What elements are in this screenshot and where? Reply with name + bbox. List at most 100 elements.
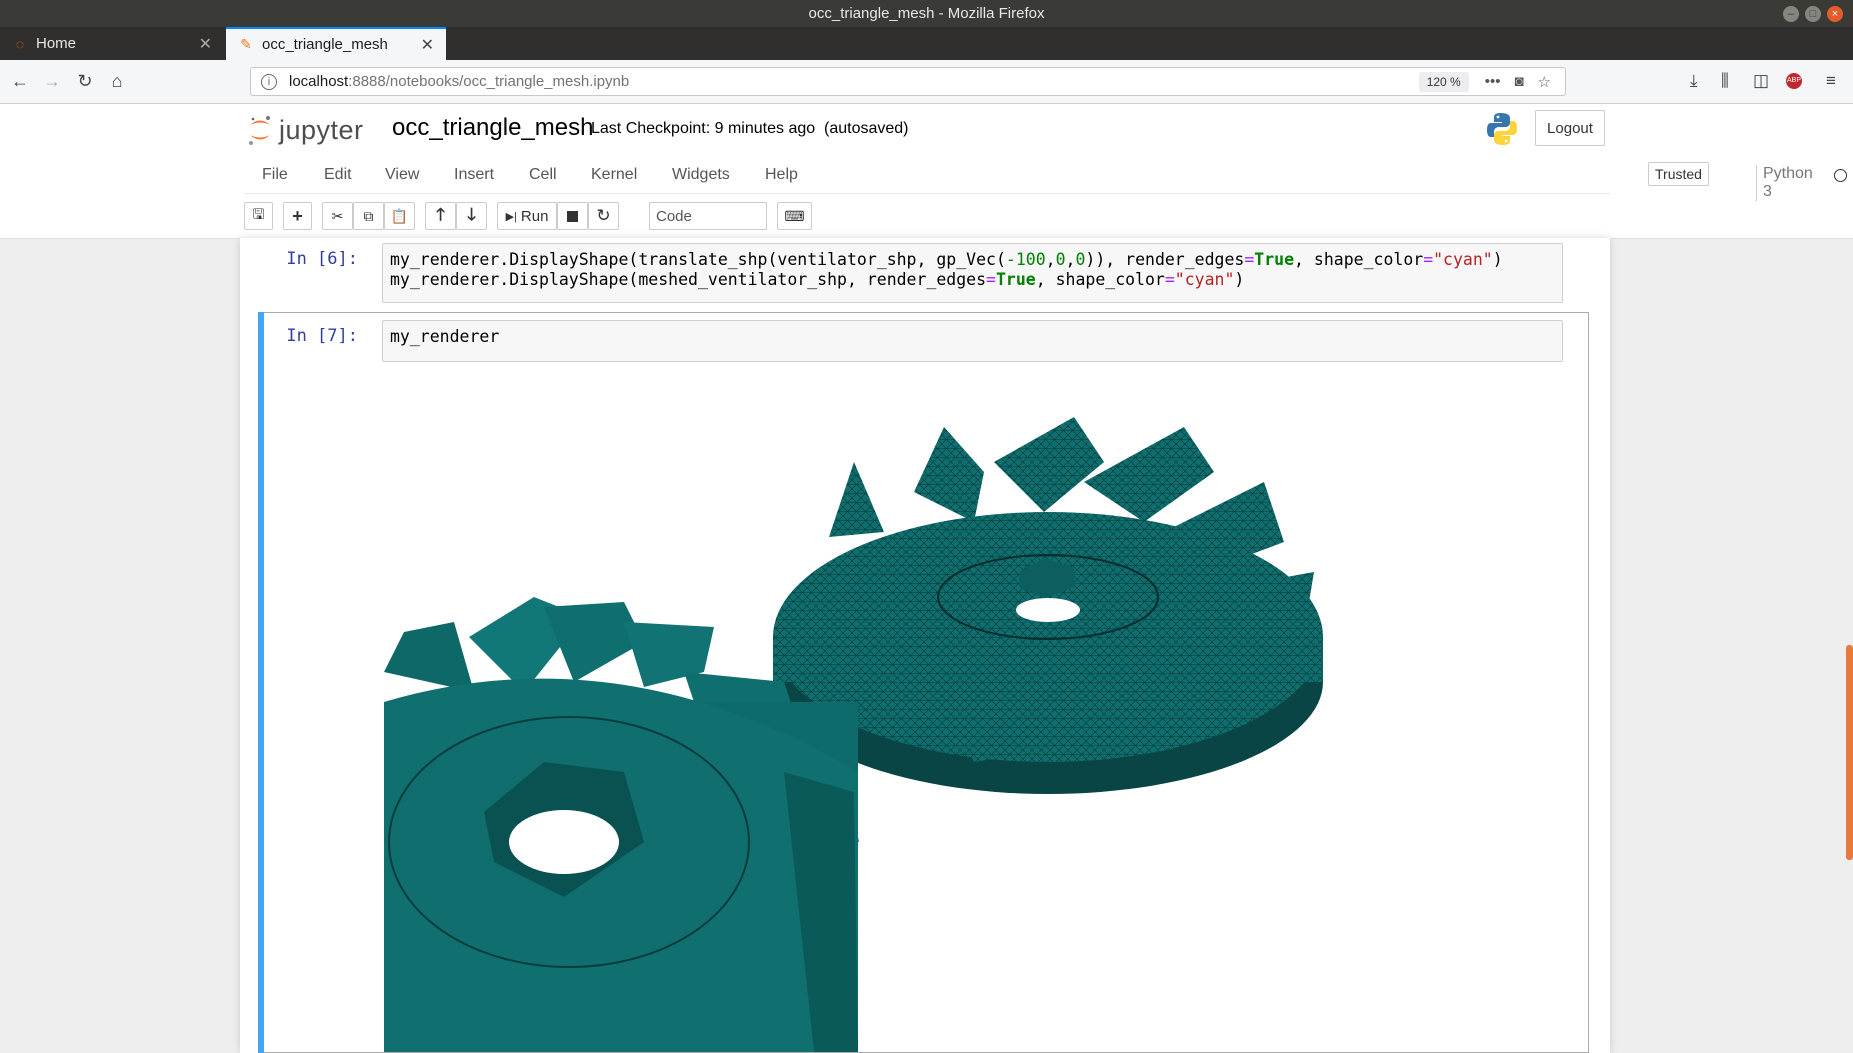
- scissors-icon: ✂: [331, 207, 344, 224]
- menu-cell[interactable]: Cell: [529, 166, 557, 184]
- code-text: ,: [1045, 250, 1056, 269]
- code-text: my_renderer.DisplayShape(meshed_ventilat…: [390, 270, 987, 289]
- copy-icon: ⧉: [363, 207, 374, 224]
- url-host: localhost: [289, 73, 349, 90]
- input-prompt: In [7]:: [286, 326, 358, 346]
- tab-home[interactable]: ◌ Home ✕: [0, 27, 224, 60]
- run-button[interactable]: ▶| Run: [497, 202, 557, 230]
- window-title: occ_triangle_mesh - Mozilla Firefox: [808, 5, 1045, 22]
- code-number: 0: [1075, 250, 1086, 269]
- menu-edit[interactable]: Edit: [324, 166, 352, 184]
- cut-button[interactable]: ✂: [322, 202, 353, 230]
- move-up-button[interactable]: 🡑: [425, 202, 456, 230]
- back-icon[interactable]: ←: [9, 71, 31, 92]
- logout-button[interactable]: Logout: [1535, 110, 1605, 146]
- kernel-idle-indicator: [1834, 169, 1847, 182]
- save-icon: 🖫: [252, 206, 265, 222]
- code-text: ): [1492, 250, 1503, 269]
- command-palette-button[interactable]: ⌨: [777, 202, 812, 230]
- reload-icon[interactable]: ↻: [74, 71, 96, 92]
- jupyter-logo-icon: [249, 116, 270, 145]
- menu-file[interactable]: File: [262, 166, 288, 184]
- bookmark-star-icon[interactable]: ☆: [1538, 73, 1551, 91]
- tab-label: occ_triangle_mesh: [262, 36, 388, 53]
- refresh-icon: ↻: [596, 206, 611, 225]
- kernel-name: Python 3: [1756, 165, 1813, 201]
- copy-button[interactable]: ⧉: [353, 202, 384, 230]
- home-icon[interactable]: ⌂: [106, 71, 128, 92]
- site-info-icon[interactable]: i: [261, 73, 277, 90]
- notebook-menubar: File Edit View Insert Cell Kernel Widget…: [0, 156, 1853, 239]
- code-operator: =: [986, 270, 996, 289]
- sidebar-icon[interactable]: ◫: [1753, 71, 1769, 91]
- insert-cell-button[interactable]: +: [283, 202, 312, 230]
- notebook-container: In [6]: my_renderer.DisplayShape(transla…: [240, 238, 1610, 1053]
- window-titlebar: occ_triangle_mesh - Mozilla Firefox – □ …: [0, 0, 1853, 27]
- trusted-indicator[interactable]: Trusted: [1648, 162, 1709, 186]
- hamburger-menu-icon[interactable]: ≡: [1826, 71, 1836, 91]
- library-icon[interactable]: ⫼: [1721, 71, 1729, 91]
- renderer-output[interactable]: [384, 372, 1564, 1052]
- menu-row: File Edit View Insert Cell Kernel Widget…: [244, 156, 1847, 201]
- pocket-icon[interactable]: ◙: [1514, 73, 1523, 90]
- adblock-icon[interactable]: ABP: [1786, 73, 1802, 89]
- menu-insert[interactable]: Insert: [454, 166, 494, 184]
- zoom-indicator[interactable]: 120 %: [1418, 71, 1469, 92]
- restart-button[interactable]: ↻: [588, 202, 619, 230]
- jupyter-header: jupyter occ_triangle_mesh Last Checkpoin…: [0, 104, 1853, 156]
- menu-kernel[interactable]: Kernel: [591, 166, 637, 184]
- cell-type-select[interactable]: Code: [649, 202, 767, 230]
- menu-widgets[interactable]: Widgets: [672, 166, 730, 184]
- run-label: Run: [520, 207, 549, 225]
- tab-notebook[interactable]: ✎ occ_triangle_mesh ✕: [226, 27, 446, 60]
- maximize-icon[interactable]: □: [1805, 6, 1821, 22]
- tab-label: Home: [36, 35, 77, 52]
- code-text: , shape_color: [1294, 250, 1424, 269]
- code-text: my_renderer: [390, 327, 500, 346]
- menu-help[interactable]: Help: [765, 166, 798, 184]
- code-text: , shape_color: [1035, 270, 1165, 289]
- code-text: ): [1234, 270, 1245, 289]
- code-text: ,: [1065, 250, 1076, 269]
- keyboard-icon: ⌨: [784, 207, 805, 224]
- close-tab-icon[interactable]: ✕: [421, 35, 434, 55]
- code-cell[interactable]: In [6]: my_renderer.DisplayShape(transla…: [258, 238, 1589, 308]
- code-operator: =: [1244, 250, 1255, 269]
- page-actions-icon[interactable]: •••: [1485, 73, 1501, 90]
- code-string: "cyan": [1433, 250, 1493, 269]
- code-keyword: True: [995, 270, 1036, 289]
- plus-icon: +: [292, 205, 303, 226]
- code-keyword: True: [1254, 250, 1295, 269]
- code-input[interactable]: my_renderer.DisplayShape(translate_shp(v…: [382, 243, 1563, 303]
- notebook-favicon-icon: ✎: [240, 36, 252, 52]
- autosave-status: (autosaved): [824, 120, 909, 137]
- arrow-up-icon: 🡑: [436, 204, 445, 224]
- navigation-bar: ← → ↻ ⌂ i localhost:8888/notebooks/occ_t…: [0, 60, 1853, 104]
- code-text: )), render_edges: [1085, 250, 1245, 269]
- code-cell-selected[interactable]: In [7]: my_renderer: [258, 312, 1589, 1053]
- input-prompt: In [6]:: [286, 249, 358, 269]
- interrupt-button[interactable]: [557, 202, 588, 230]
- url-bar[interactable]: i localhost:8888/notebooks/occ_triangle_…: [250, 67, 1566, 96]
- code-operator: =: [1423, 250, 1434, 269]
- close-window-icon[interactable]: ×: [1827, 6, 1843, 22]
- save-button[interactable]: 🖫: [244, 202, 273, 230]
- code-number: -100: [1005, 250, 1046, 269]
- downloads-icon[interactable]: ⤓: [1690, 71, 1698, 91]
- jupyter-wordmark: jupyter: [279, 114, 364, 145]
- jupyter-favicon-icon: ◌: [15, 35, 25, 52]
- minimize-icon[interactable]: –: [1783, 6, 1799, 22]
- checkpoint-status: Last Checkpoint: 9 minutes ago: [591, 120, 816, 137]
- jupyter-logo[interactable]: jupyter: [247, 112, 364, 148]
- python-logo-icon: [1487, 113, 1517, 145]
- forward-icon[interactable]: →: [41, 71, 63, 92]
- code-number: 0: [1055, 250, 1066, 269]
- move-down-button[interactable]: 🡓: [456, 202, 487, 230]
- close-tab-icon[interactable]: ✕: [199, 34, 212, 54]
- menu-view[interactable]: View: [385, 166, 419, 184]
- paste-button[interactable]: 📋: [384, 202, 415, 230]
- tab-strip: ◌ Home ✕ ✎ occ_triangle_mesh ✕ +: [0, 27, 1853, 81]
- code-input[interactable]: my_renderer: [382, 320, 1563, 362]
- notebook-name[interactable]: occ_triangle_mesh: [392, 114, 593, 142]
- page-scrollbar[interactable]: [1846, 645, 1853, 860]
